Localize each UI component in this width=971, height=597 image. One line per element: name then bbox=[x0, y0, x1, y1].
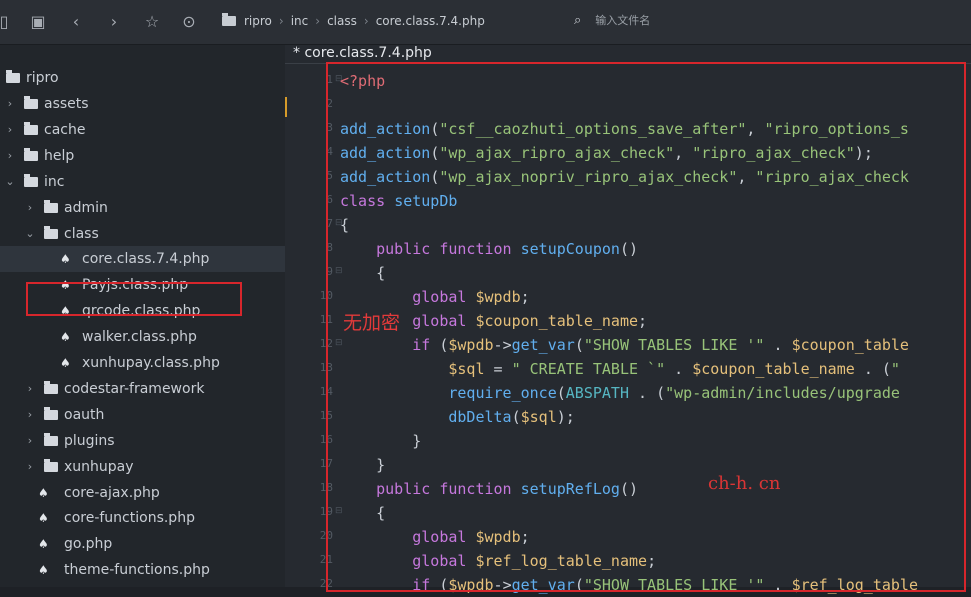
forward-arrow-icon[interactable]: › bbox=[102, 10, 126, 34]
star-icon[interactable]: ☆ bbox=[140, 10, 164, 34]
php-file-icon: ♠ bbox=[38, 537, 49, 552]
highlight-box bbox=[326, 62, 966, 592]
tree-item-label: oauth bbox=[64, 406, 105, 423]
folder-icon bbox=[24, 147, 38, 161]
php-file-icon: ♠ bbox=[38, 485, 49, 500]
php-file-icon: ♠ bbox=[38, 563, 49, 578]
tree-item-label: core-functions.php bbox=[64, 510, 195, 527]
chevron-right-icon[interactable]: › bbox=[4, 143, 16, 169]
tree-item[interactable]: ♠ core-ajax.php bbox=[0, 480, 285, 506]
play-icon[interactable]: ⊙ bbox=[177, 10, 201, 34]
tree-item-label: codestar-framework bbox=[64, 380, 205, 397]
tab-core-class[interactable]: * core.class.7.4.php bbox=[293, 45, 432, 63]
folder-icon bbox=[44, 432, 58, 446]
tree-item-label: plugins bbox=[64, 432, 115, 449]
panel-toggle-icon[interactable]: ▯ bbox=[0, 10, 16, 34]
tree-item-label: class bbox=[64, 225, 99, 242]
tree-root[interactable]: ripro bbox=[0, 65, 285, 91]
chevron-right-icon: › bbox=[278, 14, 284, 28]
save-icon[interactable]: ▣ bbox=[26, 10, 50, 34]
folder-open-icon bbox=[6, 70, 20, 83]
folder-icon bbox=[222, 13, 236, 26]
tree-label: ripro bbox=[26, 70, 59, 86]
breadcrumb-item[interactable]: class bbox=[327, 14, 357, 28]
file-tree-sidebar: ripro › assets › cache › help ⌄ inc › admin ⌄ class… bbox=[0, 45, 285, 587]
breadcrumb: ripro › inc › class › core.class.7.4.php bbox=[222, 13, 485, 28]
tree-item[interactable]: › assets bbox=[0, 91, 285, 117]
chevron-right-icon[interactable]: › bbox=[4, 91, 16, 117]
tree-item[interactable]: › admin bbox=[0, 195, 285, 221]
tree-item-label: help bbox=[44, 147, 75, 164]
tree-item[interactable]: › plugins bbox=[0, 428, 285, 454]
tree-item[interactable]: ♠ xunhupay.class.php bbox=[0, 350, 285, 376]
tree-item[interactable]: ♠ core-functions.php bbox=[0, 505, 285, 531]
watermark-text: ch-h. cn bbox=[708, 473, 781, 494]
tree-item[interactable]: › help bbox=[0, 143, 285, 169]
tree-item[interactable]: › xunhupay bbox=[0, 454, 285, 480]
watermark-text: 无加密 bbox=[343, 312, 401, 334]
folder-icon bbox=[24, 96, 38, 109]
filename-search-input[interactable]: ⌕ 输入文件名 bbox=[574, 12, 650, 28]
chevron-right-icon[interactable]: › bbox=[4, 117, 16, 143]
breadcrumb-item[interactable]: inc bbox=[291, 14, 309, 28]
tree-item[interactable]: ♠ go.php bbox=[0, 531, 285, 557]
folder-icon bbox=[44, 380, 58, 394]
folder-icon bbox=[44, 458, 58, 472]
tree-item[interactable]: ♠ core.class.7.4.php bbox=[0, 246, 285, 273]
tree-item[interactable]: › codestar-framework bbox=[0, 376, 285, 402]
tree-item-label: assets bbox=[44, 96, 89, 112]
chevron-right-icon[interactable]: › bbox=[24, 195, 36, 221]
tree-item-label: theme-functions.php bbox=[64, 562, 210, 579]
php-file-icon: ♠ bbox=[60, 252, 71, 267]
chevron-right-icon[interactable]: › bbox=[24, 376, 36, 402]
tree-item-label: inc bbox=[44, 173, 65, 190]
tree-item-label: admin bbox=[64, 199, 108, 216]
breadcrumb-item[interactable]: ripro bbox=[244, 14, 272, 28]
tree-item-label: walker.class.php bbox=[82, 329, 197, 346]
folder-icon bbox=[44, 406, 58, 420]
php-file-icon: ♠ bbox=[38, 511, 49, 526]
breadcrumb-item[interactable]: core.class.7.4.php bbox=[376, 14, 485, 28]
tree-item[interactable]: ♠ theme-functions.php bbox=[0, 557, 285, 583]
folder-icon bbox=[44, 225, 58, 239]
highlight-box bbox=[26, 282, 242, 316]
tree-item[interactable]: › oauth bbox=[0, 402, 285, 428]
chevron-right-icon[interactable]: › bbox=[24, 454, 36, 480]
php-file-icon: ♠ bbox=[60, 356, 71, 370]
tree-item[interactable]: ⌄ inc bbox=[0, 169, 285, 195]
chevron-right-icon: › bbox=[315, 14, 321, 28]
tree-item-label: core-ajax.php bbox=[64, 484, 160, 501]
folder-icon bbox=[44, 199, 58, 213]
folder-icon bbox=[24, 121, 38, 135]
chevron-right-icon[interactable]: › bbox=[24, 402, 36, 428]
tree-item-label: cache bbox=[44, 121, 86, 138]
php-file-icon: ♠ bbox=[60, 330, 71, 345]
tree-item-label: core.class.7.4.php bbox=[82, 251, 210, 268]
back-arrow-icon[interactable]: ‹ bbox=[64, 10, 88, 34]
code-editor[interactable]: * core.class.7.4.php 1 2 3 4 5 6 7 8 9 10 11 12 13 14… bbox=[285, 45, 971, 594]
chevron-down-icon[interactable]: ⌄ bbox=[4, 169, 16, 195]
search-file-icon: ⌕ bbox=[574, 13, 582, 28]
filename-placeholder: 输入文件名 bbox=[595, 14, 651, 27]
tree-item-label: go.php bbox=[64, 536, 113, 553]
chevron-right-icon[interactable]: › bbox=[24, 428, 36, 454]
chevron-right-icon: › bbox=[363, 14, 369, 28]
tree-item[interactable]: › cache bbox=[0, 117, 285, 143]
cursor-line-marker bbox=[285, 97, 287, 117]
tree-item[interactable]: ⌄ class bbox=[0, 221, 285, 247]
top-toolbar: ▯ ▣ ‹ › ☆ ⊙ ripro › inc › class › core.class.7… bbox=[0, 0, 971, 45]
folder-icon bbox=[24, 173, 38, 187]
tree-item[interactable]: ♠ walker.class.php bbox=[0, 324, 285, 350]
tree-item-label: xunhupay.class.php bbox=[82, 355, 220, 371]
chevron-down-icon[interactable]: ⌄ bbox=[24, 221, 36, 247]
tree-item-label: xunhupay bbox=[64, 458, 134, 475]
